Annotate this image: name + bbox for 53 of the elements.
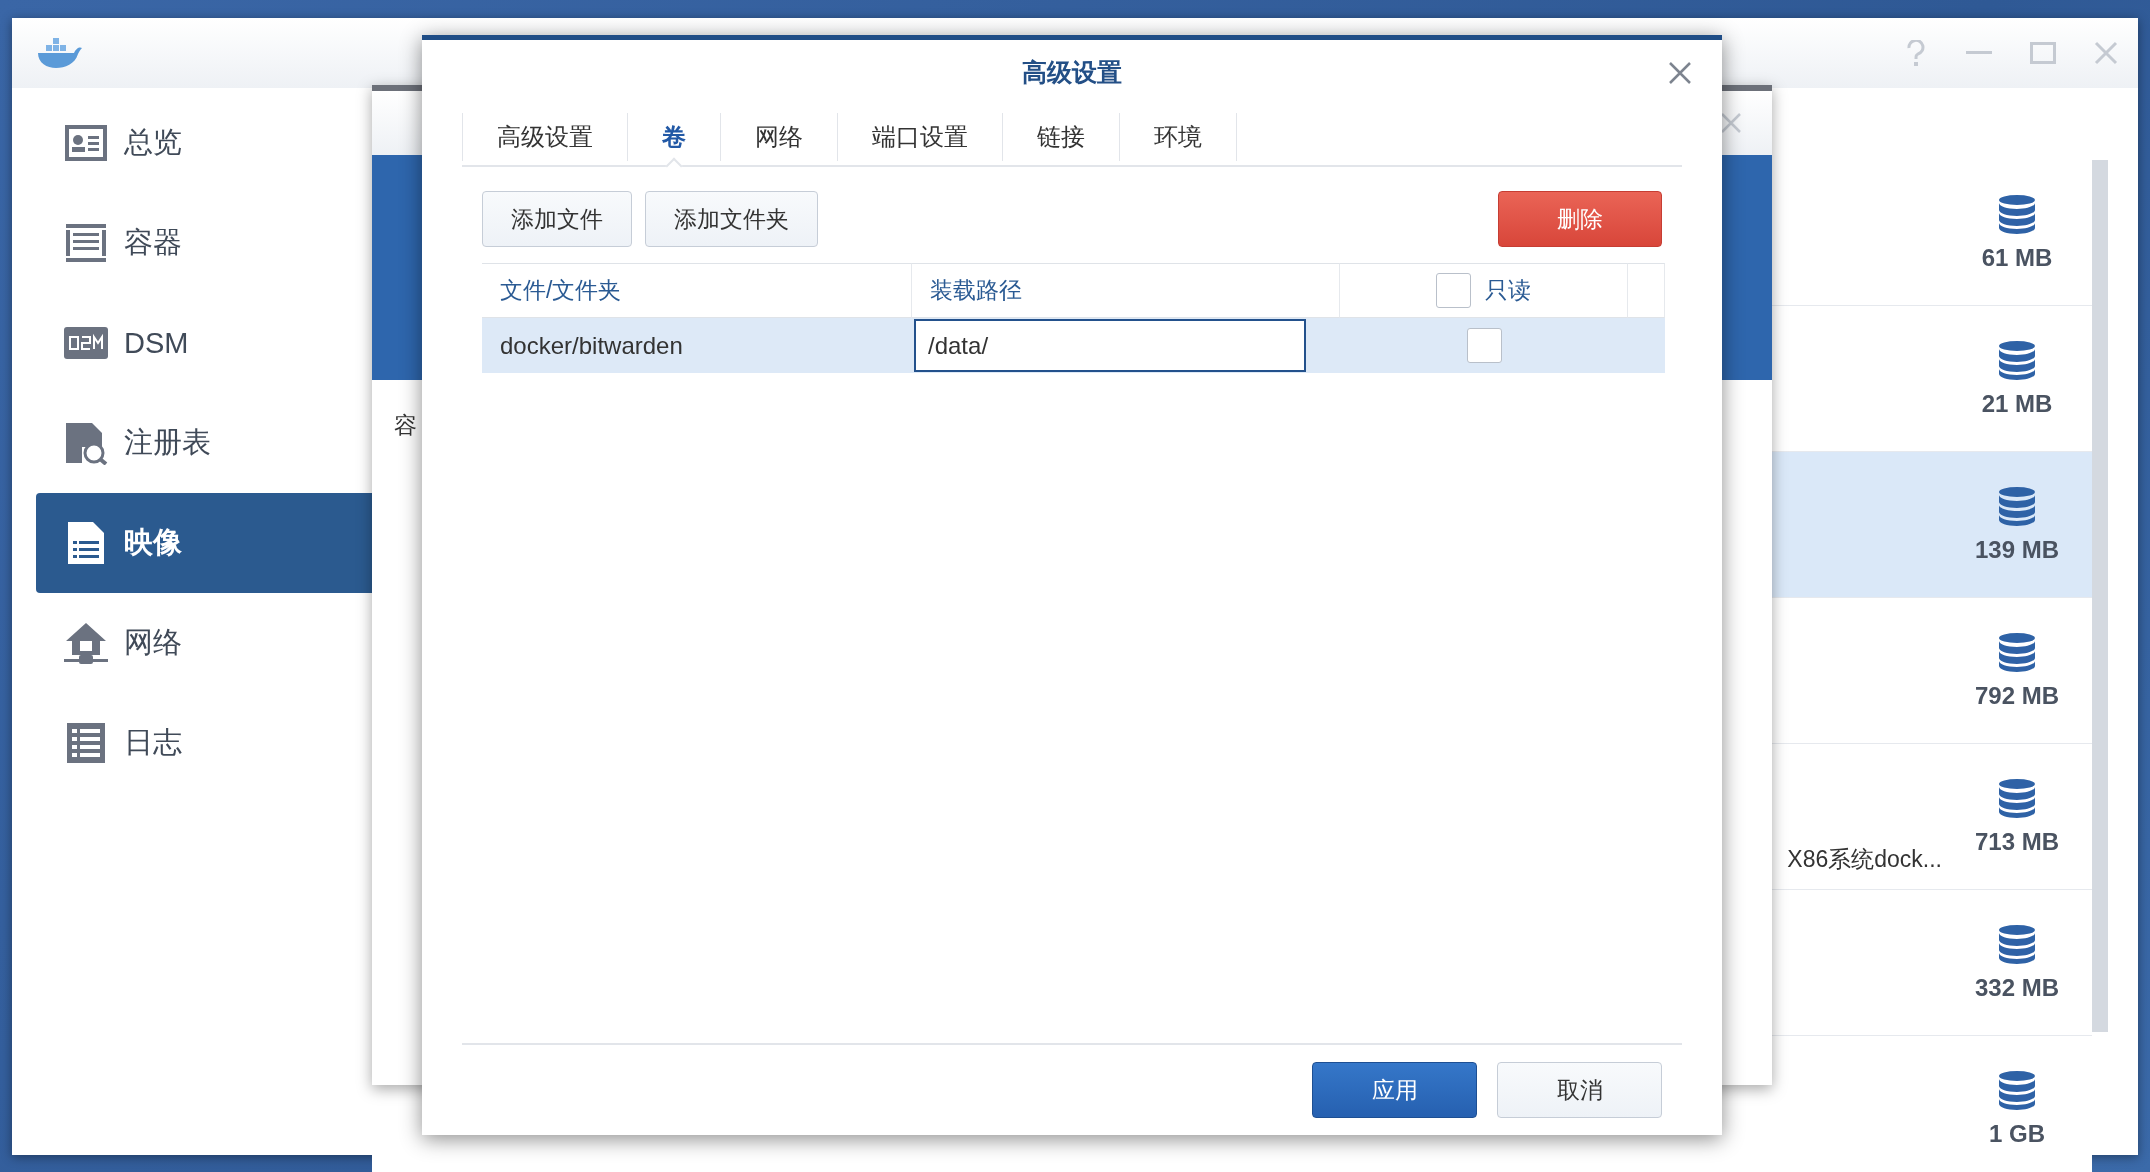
list-box-icon — [64, 221, 108, 265]
column-header[interactable]: 文件/文件夹 — [482, 263, 912, 318]
tab[interactable]: 高级设置 — [462, 113, 628, 161]
sidebar-item[interactable]: 容器 — [36, 193, 372, 293]
close-icon[interactable] — [1720, 112, 1742, 134]
image-size: 61 MB — [1981, 243, 2053, 272]
image-size: 713 MB — [1974, 827, 2059, 856]
tab[interactable]: 网络 — [721, 113, 838, 161]
tab[interactable]: 端口设置 — [838, 113, 1003, 161]
close-icon[interactable] — [2094, 41, 2118, 65]
whale-logo-icon — [36, 37, 82, 69]
input-field[interactable]: /data/ — [914, 319, 1306, 372]
image-size: 1 GB — [1989, 1119, 2045, 1148]
field-label: 容 — [394, 411, 417, 440]
column-header: 只读 — [1485, 276, 1531, 305]
checkbox[interactable] — [1436, 273, 1471, 308]
database-icon — [1998, 339, 2036, 380]
image-size: 332 MB — [1974, 973, 2059, 1002]
tab[interactable]: 链接 — [1003, 113, 1120, 161]
tab[interactable]: 环境 — [1120, 113, 1237, 161]
image-size: 21 MB — [1981, 389, 2053, 418]
delete-button[interactable]: 删除 — [1498, 191, 1662, 247]
close-icon[interactable] — [1668, 61, 1692, 85]
scrollbar[interactable] — [2092, 160, 2108, 1032]
sidebar-item[interactable]: DSM — [36, 293, 372, 393]
database-icon — [1998, 631, 2036, 672]
home-network-icon — [64, 621, 108, 665]
database-icon — [1998, 1069, 2036, 1110]
image-size: 792 MB — [1974, 681, 2059, 710]
maximize-icon[interactable] — [2030, 42, 2056, 64]
apply-button[interactable]: 应用 — [1312, 1062, 1477, 1118]
add-folder-button[interactable]: 添加文件夹 — [645, 191, 818, 247]
sidebar-item[interactable]: 总览 — [36, 93, 372, 193]
add-file-button[interactable]: 添加文件 — [482, 191, 632, 247]
table-cell: docker/bitwarden — [482, 318, 912, 373]
column-header[interactable]: 装载路径 — [912, 263, 1340, 318]
image-size: 139 MB — [1974, 535, 2059, 564]
checkbox[interactable] — [1466, 328, 1502, 363]
database-icon — [1998, 193, 2036, 234]
database-icon — [1998, 777, 2036, 818]
sidebar-item[interactable]: 日志 — [36, 693, 372, 793]
image-description: X86系统dock... — [1787, 845, 1942, 874]
dialog-title: 高级设置 — [1022, 57, 1122, 88]
sidebar-item[interactable]: 映像 — [36, 493, 372, 593]
document-search-icon — [64, 421, 108, 465]
cancel-button[interactable]: 取消 — [1497, 1062, 1662, 1118]
sidebar-item[interactable]: 注册表 — [36, 393, 372, 493]
sidebar-item[interactable]: 网络 — [36, 593, 372, 693]
database-icon — [1998, 485, 2036, 526]
database-icon — [1998, 923, 2036, 964]
minimize-icon[interactable] — [1966, 51, 1992, 55]
list-icon — [64, 721, 108, 765]
tab[interactable]: 卷 — [628, 113, 721, 161]
